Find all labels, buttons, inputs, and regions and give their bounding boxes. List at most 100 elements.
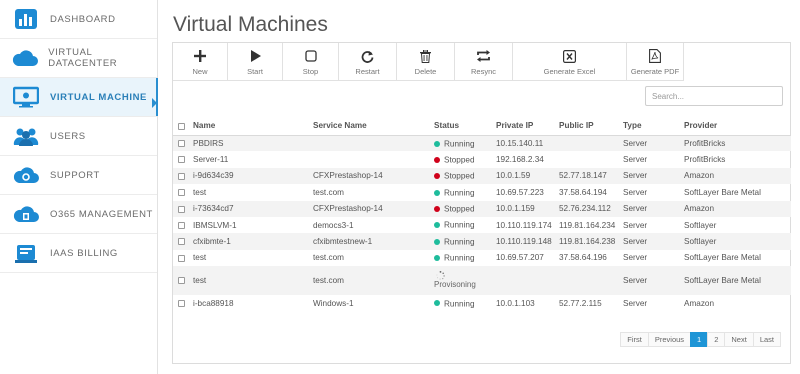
status-cell: Running <box>434 184 496 200</box>
pagination-previous-button[interactable]: Previous <box>647 332 692 347</box>
service-name-cell: CFXPrestashop-14 <box>313 167 434 185</box>
select-all-checkbox[interactable] <box>178 122 185 130</box>
sidebar-item-support[interactable]: SUPPORT <box>0 156 157 195</box>
pagination-last-button[interactable]: Last <box>752 332 781 347</box>
status-text: Running <box>444 220 475 230</box>
generate-pdf-button[interactable]: Generate PDF <box>627 43 684 81</box>
restart-button-label: Restart <box>355 66 380 76</box>
sidebar-item-users[interactable]: USERS <box>0 117 157 156</box>
sidebar-item-label: VIRTUAL MACHINE <box>50 91 147 103</box>
status-dot <box>434 189 440 196</box>
generate-excel-button[interactable]: Generate Excel <box>513 43 627 81</box>
sidebar-item-label: IAAS BILLING <box>50 247 118 259</box>
search-input[interactable] <box>645 86 783 106</box>
users-icon <box>12 124 40 148</box>
sidebar-item-o365-management[interactable]: O365 MANAGEMENT <box>0 195 157 234</box>
service-name-cell: democs3-1 <box>313 220 354 230</box>
vm-name-cell: test <box>193 187 207 197</box>
status-text: Stopped <box>444 171 475 181</box>
type-cell: Server <box>623 167 684 185</box>
resync-button[interactable]: Resync <box>455 43 513 81</box>
table-row[interactable]: cfxibmte-1 cfxibmtestnew-1 Running 10.110.1… <box>173 233 791 250</box>
table-row[interactable]: IBMSLVM-1 democs3-1 Running 10.110.119.174 1… <box>173 217 791 233</box>
service-name-cell: test.com <box>313 187 344 197</box>
pagination-first-button[interactable]: First <box>620 332 649 347</box>
private-ip-cell: 10.15.140.11 <box>496 135 559 152</box>
provider-cell: ProfitBricks <box>684 135 791 152</box>
sidebar-item-label: USERS <box>50 130 86 142</box>
private-ip-cell: 10.0.1.103 <box>496 298 535 308</box>
type-cell: Server <box>623 233 684 250</box>
excel-icon <box>563 48 576 65</box>
row-checkbox[interactable] <box>178 238 185 246</box>
provider-cell: Amazon <box>684 167 791 185</box>
table-row[interactable]: test test.com Provisoning Server SoftLayer B… <box>173 266 791 296</box>
plus-icon <box>194 48 206 65</box>
provider-cell: SoftLayer Bare Metal <box>684 187 761 197</box>
restart-button[interactable]: Restart <box>339 43 397 81</box>
status-cell: Provisoning <box>434 266 496 296</box>
table-row[interactable]: i-73634cd7 CFXPrestashop-14 Stopped 10.0.1.… <box>173 200 791 217</box>
row-checkbox[interactable] <box>178 221 185 229</box>
row-select-cell <box>173 295 193 311</box>
sidebar-item-dashboard[interactable]: DASHBOARD <box>0 0 157 39</box>
status-dot <box>434 255 440 262</box>
table-row[interactable]: i-bca88918 Windows-1 Running 10.0.1.103 52.7… <box>173 295 791 311</box>
pagination-2-button[interactable]: 2 <box>707 332 726 347</box>
service-name-cell: cfxibmtestnew-1 <box>313 233 434 250</box>
trash-icon <box>420 48 431 65</box>
sidebar-item-virtual-machine[interactable]: VIRTUAL MACHINE <box>0 78 158 117</box>
service-name-cell <box>313 151 434 167</box>
support-cloud-icon <box>12 163 40 187</box>
column-header-service-name[interactable]: Service Name <box>313 117 434 136</box>
column-header-type[interactable]: Type <box>623 117 684 136</box>
new-button[interactable]: New <box>173 43 228 81</box>
column-header-provider[interactable]: Provider <box>684 117 791 136</box>
vm-panel: New Start Stop Restart Delete Resync Gen… <box>172 42 791 364</box>
table-row[interactable]: test test.com Running 10.69.57.223 37.58.64.… <box>173 184 791 200</box>
column-header-private-ip[interactable]: Private IP <box>496 117 559 136</box>
table-row[interactable]: i-9d634c39 CFXPrestashop-14 Stopped 10.0.1.… <box>173 167 791 185</box>
row-checkbox[interactable] <box>178 140 185 148</box>
dashboard-icon <box>12 7 40 31</box>
pagination-1-button[interactable]: 1 <box>690 332 709 347</box>
row-select-cell <box>173 151 193 167</box>
table-row[interactable]: Server-11 Stopped 192.168.2.34 Server Profit… <box>173 151 791 167</box>
pagination: First Previous 1 2 Next Last <box>620 332 781 347</box>
type-cell: Server <box>623 135 684 152</box>
row-checkbox[interactable] <box>178 300 185 308</box>
status-dot <box>434 140 440 147</box>
public-ip-cell: 52.77.2.115 <box>559 298 602 308</box>
type-cell: Server <box>623 200 684 217</box>
status-cell: Running <box>434 217 496 233</box>
status-dot <box>434 300 440 307</box>
table-row[interactable]: test test.com Running 10.69.57.207 37.58.64.… <box>173 250 791 266</box>
row-checkbox[interactable] <box>178 172 185 180</box>
sidebar-item-virtual-datacenter[interactable]: VIRTUAL DATACENTER <box>0 39 157 78</box>
column-header-status[interactable]: Status <box>434 117 496 136</box>
row-checkbox[interactable] <box>178 156 185 164</box>
status-dot <box>434 222 440 229</box>
stop-button[interactable]: Stop <box>283 43 339 81</box>
service-name-cell: test.com <box>313 253 344 263</box>
vm-name-cell: test <box>193 266 313 296</box>
table-row[interactable]: PBDIRS Running 10.15.140.11 Server ProfitBri… <box>173 135 791 152</box>
vm-name-cell: PBDIRS <box>193 135 313 152</box>
sidebar-item-iaas-billing[interactable]: IAAS BILLING <box>0 234 157 273</box>
public-ip-cell: 52.77.18.147 <box>559 167 623 185</box>
row-checkbox[interactable] <box>178 277 185 285</box>
row-checkbox[interactable] <box>178 254 185 262</box>
stop-button-label: Stop <box>302 66 319 76</box>
delete-button[interactable]: Delete <box>397 43 455 81</box>
column-header-name[interactable]: Name <box>193 117 313 136</box>
sidebar-item-label: O365 MANAGEMENT <box>50 208 153 220</box>
start-button[interactable]: Start <box>228 43 283 81</box>
pagination-next-button[interactable]: Next <box>724 332 754 347</box>
status-dot <box>434 238 440 245</box>
row-checkbox[interactable] <box>178 189 185 197</box>
status-text: Running <box>444 253 475 263</box>
page-title: Virtual Machines <box>173 13 328 36</box>
row-checkbox[interactable] <box>178 205 185 213</box>
provider-cell: SoftLayer Bare Metal <box>684 253 761 263</box>
column-header-public-ip[interactable]: Public IP <box>559 117 623 136</box>
